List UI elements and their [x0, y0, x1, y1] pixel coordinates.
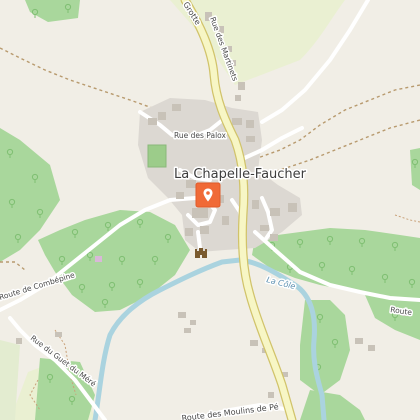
sports-field: [147, 144, 167, 168]
map-view[interactable]: Grotte Rue des Martinets Rue des Palox R…: [0, 0, 420, 420]
location-pin-icon[interactable]: [195, 182, 221, 208]
map-canvas[interactable]: Grotte Rue des Martinets Rue des Palox R…: [0, 0, 420, 420]
label-rue-des-palox: Rue des Palox: [174, 131, 227, 140]
place-name-label: La Chapelle-Faucher: [174, 167, 307, 182]
